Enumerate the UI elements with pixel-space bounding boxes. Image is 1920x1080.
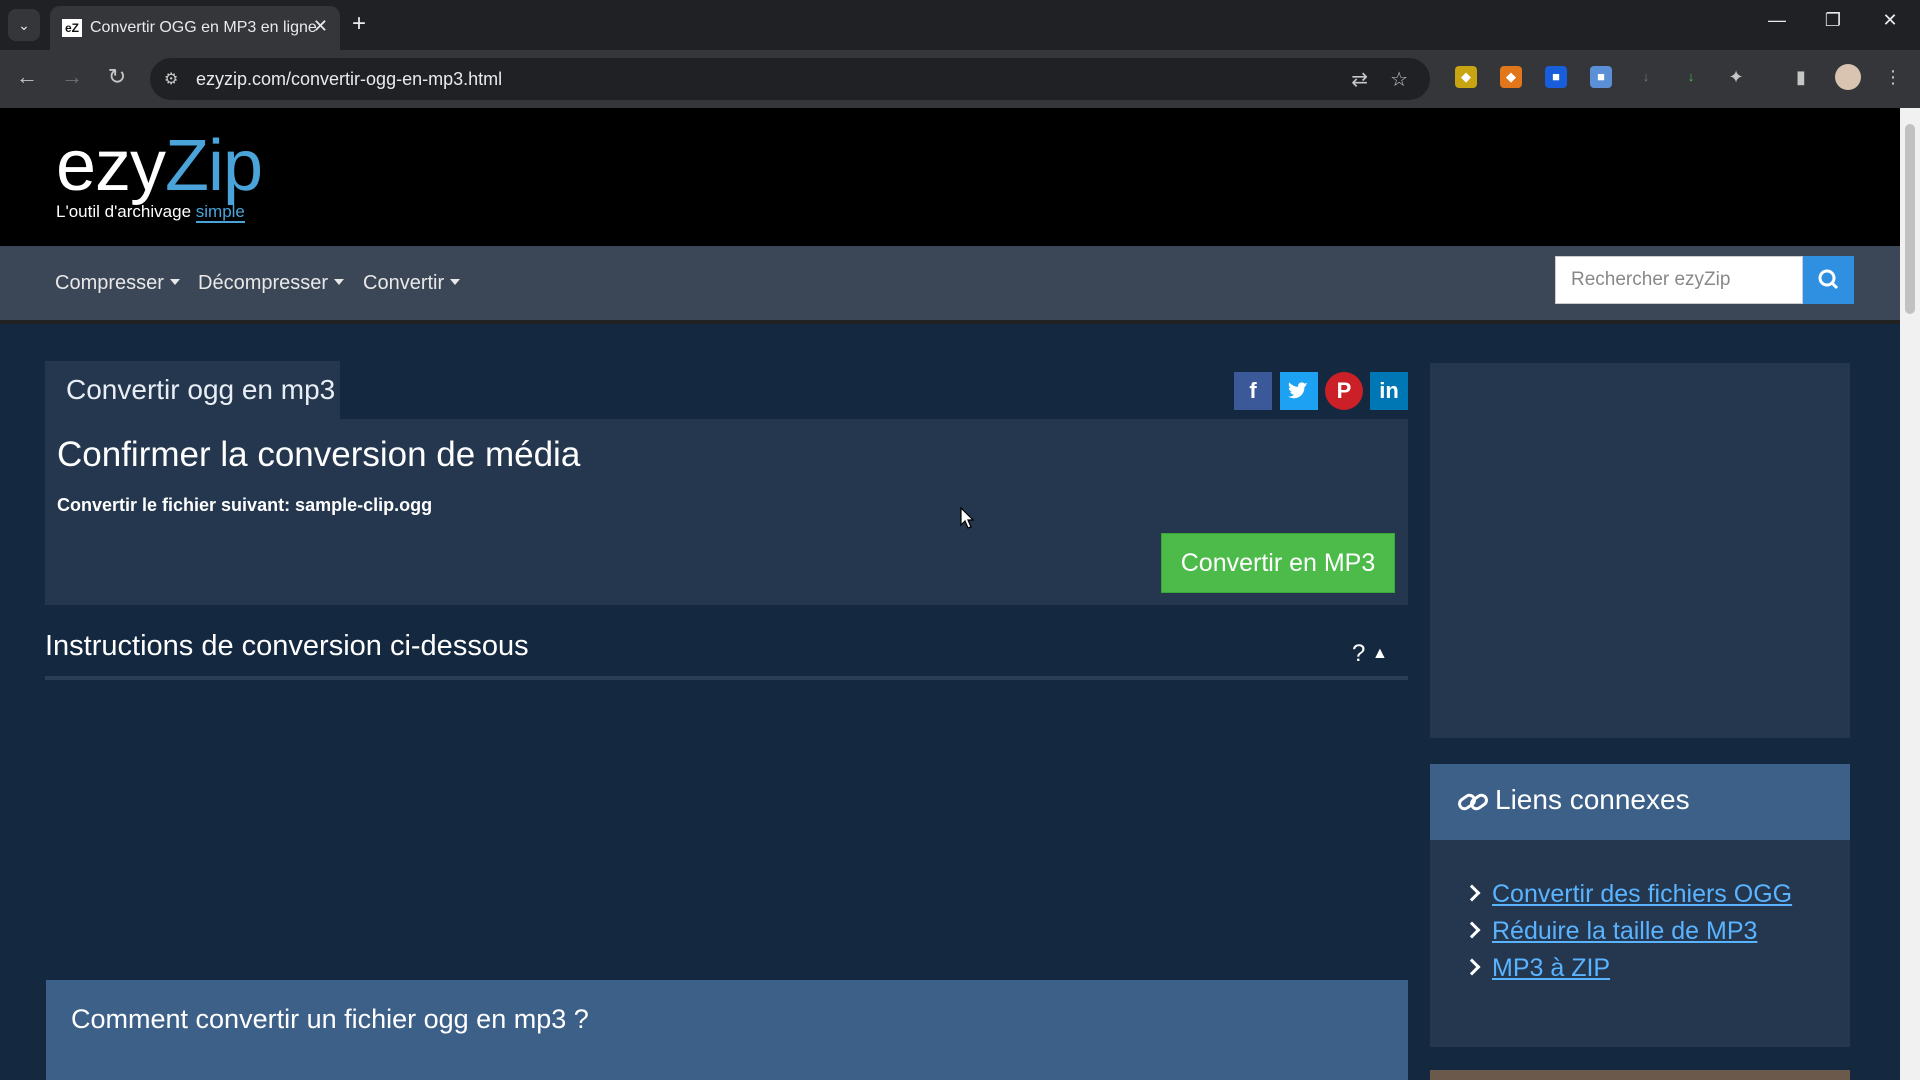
browser-toolbar: ← → ↻ ⚙ ezyzip.com/convertir-ogg-en-mp3.… <box>0 50 1920 108</box>
forward-arrow-icon[interactable]: → <box>57 64 87 90</box>
chevron-down-icon <box>450 279 461 285</box>
chevron-up-icon: ▲ <box>1372 645 1388 662</box>
address-bar[interactable]: ⚙ ezyzip.com/convertir-ogg-en-mp3.html ⇄… <box>150 58 1430 100</box>
tool-tab-label: Convertir ogg en mp3 <box>66 374 336 405</box>
nav-decompresser[interactable]: Décompresser <box>198 272 345 295</box>
twitter-icon <box>1288 382 1308 399</box>
facebook-icon: f <box>1249 378 1257 403</box>
extensions-puzzle-icon[interactable]: ✦ <box>1725 66 1747 88</box>
related-link-convert-ogg[interactable]: Convertir des fichiers OGG <box>1492 880 1792 908</box>
logo-ezy-text: ezy <box>56 126 166 206</box>
side-panel-icon[interactable]: ▮ <box>1790 66 1812 88</box>
back-arrow-icon[interactable]: ← <box>12 64 42 90</box>
logo-tagline: L'outil d'archivage simple <box>56 202 262 223</box>
browser-tab-active[interactable]: eZ Convertir OGG en MP3 en ligne ✕ <box>50 6 340 50</box>
main-navbar: Compresser Décompresser Convertir <box>0 246 1900 324</box>
extension-download-icon[interactable]: ↓ <box>1635 66 1657 88</box>
ad-placeholder <box>1430 363 1850 738</box>
how-to-section: Comment convertir un fichier ogg en mp3 … <box>46 980 1408 1080</box>
link-chain-icon <box>1458 793 1488 811</box>
reload-icon[interactable]: ↻ <box>102 64 132 90</box>
chevron-right-icon <box>1463 921 1481 939</box>
pinterest-share-button[interactable]: P <box>1325 372 1363 410</box>
extension-cube-icon[interactable]: ◆ <box>1455 66 1477 88</box>
page-scrollbar[interactable] <box>1900 108 1920 1080</box>
translate-icon[interactable]: ⇄ <box>1351 67 1368 92</box>
bookmark-star-icon[interactable]: ☆ <box>1390 67 1408 92</box>
search-button[interactable] <box>1803 256 1854 304</box>
file-to-convert-text: Convertir le fichier suivant: sample-cli… <box>57 495 433 515</box>
instructions-title: Instructions de conversion ci-dessous <box>45 630 529 662</box>
browser-menu-icon[interactable]: ⋮ <box>1882 66 1904 88</box>
nav-convertir[interactable]: Convertir <box>363 272 461 295</box>
linkedin-share-button[interactable]: in <box>1370 372 1408 410</box>
related-link-mp3-to-zip[interactable]: MP3 à ZIP <box>1492 954 1610 982</box>
search-icon <box>1818 269 1839 290</box>
chevron-right-icon <box>1463 958 1481 976</box>
restore-window-button[interactable]: ❐ <box>1813 10 1853 31</box>
tool-tab[interactable]: Convertir ogg en mp3 <box>45 361 340 419</box>
site-info-icon[interactable]: ⚙ <box>164 69 178 89</box>
twitter-share-button[interactable] <box>1280 372 1318 410</box>
browser-tab-bar: ⌄ eZ Convertir OGG en MP3 en ligne ✕ + —… <box>0 0 1920 50</box>
extension-translate-icon[interactable]: ■ <box>1590 66 1612 88</box>
search-input[interactable] <box>1555 256 1803 304</box>
ezyzip-logo[interactable]: ezyZip L'outil d'archivage simple <box>56 126 263 223</box>
profile-avatar[interactable] <box>1835 64 1861 90</box>
close-tab-icon[interactable]: ✕ <box>313 16 328 37</box>
page-content: ezyZip L'outil d'archivage simple Compre… <box>0 108 1900 1080</box>
extension-green-download-icon[interactable]: ↓ <box>1680 66 1702 88</box>
conversion-card: Confirmer la conversion de média Convert… <box>45 419 1408 605</box>
chevron-down-icon <box>169 279 180 285</box>
nav-compresser-label: Compresser <box>55 272 164 294</box>
related-links-header: Liens connexes <box>1430 764 1850 840</box>
related-links-title: Liens connexes <box>1495 784 1690 815</box>
new-tab-button[interactable]: + <box>352 10 366 38</box>
linkedin-icon: in <box>1379 378 1399 403</box>
extension-shield-icon[interactable]: ■ <box>1545 66 1567 88</box>
logo-zip-text: Zip <box>165 126 263 206</box>
nav-decompresser-label: Décompresser <box>198 272 329 294</box>
scrollbar-thumb[interactable] <box>1905 124 1915 314</box>
extension-fox-icon[interactable]: ◆ <box>1500 66 1522 88</box>
help-question-icon: ? <box>1352 640 1366 667</box>
url-text[interactable]: ezyzip.com/convertir-ogg-en-mp3.html <box>196 69 502 90</box>
instructions-toggle[interactable]: ? ▲ <box>1352 640 1388 668</box>
conversion-heading: Confirmer la conversion de média <box>57 435 581 474</box>
related-link-item[interactable]: MP3 à ZIP <box>1463 954 1610 983</box>
tagline-prefix: L'outil d'archivage <box>56 202 196 221</box>
nav-compresser[interactable]: Compresser <box>55 272 180 295</box>
related-link-item[interactable]: Convertir des fichiers OGG <box>1463 880 1792 909</box>
tagline-accent: simple <box>195 202 245 223</box>
tab-search-button[interactable]: ⌄ <box>8 9 40 41</box>
nav-convertir-label: Convertir <box>363 272 445 294</box>
related-link-reduce-mp3[interactable]: Réduire la taille de MP3 <box>1492 917 1757 945</box>
favicon-icon: eZ <box>62 19 82 37</box>
tab-title: Convertir OGG en MP3 en ligne <box>90 19 317 36</box>
chevron-right-icon <box>1463 884 1481 902</box>
how-to-title: Comment convertir un fichier ogg en mp3 … <box>71 1004 589 1034</box>
minimize-window-button[interactable]: — <box>1757 10 1797 31</box>
close-window-button[interactable]: ✕ <box>1870 10 1910 31</box>
next-panel-edge <box>1430 1070 1850 1080</box>
site-header: ezyZip L'outil d'archivage simple <box>0 108 1900 246</box>
chevron-down-icon <box>334 279 345 285</box>
convert-to-mp3-button[interactable]: Convertir en MP3 <box>1161 533 1395 593</box>
instructions-divider <box>45 676 1408 680</box>
mouse-cursor-icon <box>960 507 974 529</box>
pinterest-icon: P <box>1336 378 1352 403</box>
related-links-panel: Liens connexes Convertir des fichiers OG… <box>1430 764 1850 1047</box>
facebook-share-button[interactable]: f <box>1234 372 1272 410</box>
related-link-item[interactable]: Réduire la taille de MP3 <box>1463 917 1757 946</box>
